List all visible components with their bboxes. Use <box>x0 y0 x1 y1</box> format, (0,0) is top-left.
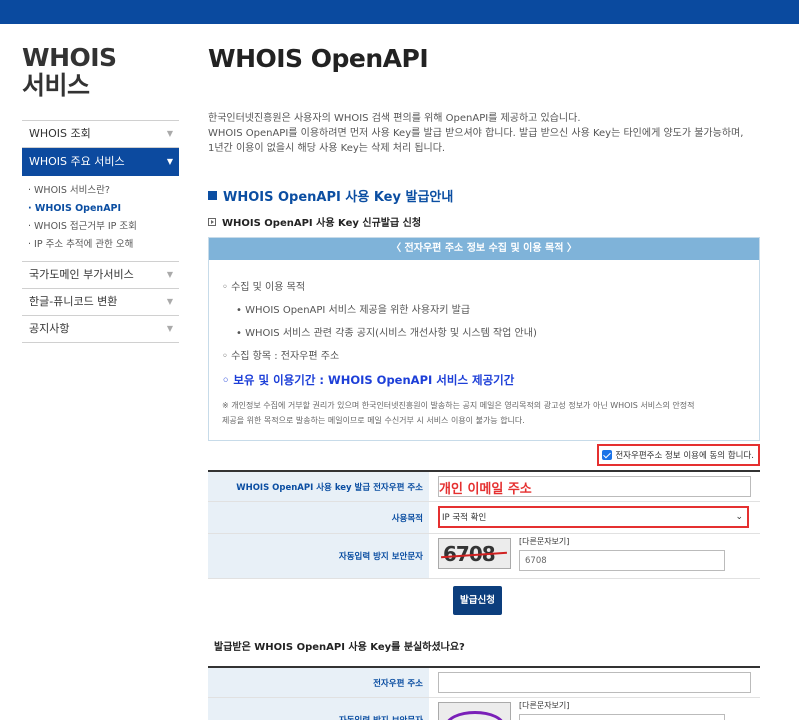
captcha-input-value: 6708 <box>525 555 547 566</box>
notice-purpose-item: • WHOIS 서비스 관련 각종 공지(시비스 개선사항 및 시스템 작업 안… <box>236 328 537 339</box>
submenu-item-ip-trace[interactable]: · IP 주소 추적에 관한 오해 <box>28 236 179 254</box>
captcha-column: [다른문자보기] 6708 <box>519 536 725 571</box>
intro-line: 1년간 이용이 없을시 해당 사용 Key는 삭제 처리 됩니다. <box>208 143 446 154</box>
lost-key-heading: 발급받은 WHOIS OpenAPI 사용 Key를 분실하셨나요? <box>208 638 760 653</box>
chevron-down-icon: ▼ <box>166 270 173 279</box>
intro-text: 한국인터넷진흥원은 사용자의 WHOIS 검색 편의를 위해 OpenAPI를 … <box>208 111 760 156</box>
captcha-image: 6708 <box>438 538 511 569</box>
purpose-cell: IP 국적 확인 ⌄ <box>429 502 760 533</box>
captcha-column: [다른문자보기] <box>519 700 725 720</box>
notice-retention: ◦ 보유 및 이용기간 : WHOIS OpenAPI 서비스 제공기간 <box>222 373 515 387</box>
sidebar-item-whois-lookup[interactable]: WHOIS 조회 ▼ <box>22 121 179 148</box>
captcha-cell: [다른문자보기] <box>429 698 760 720</box>
sidebar-item-label: 국가도메인 부가서비스 <box>29 268 134 281</box>
captcha-cell: 6708 [다른문자보기] 6708 <box>429 534 760 578</box>
sidebar-title-line1: WHOIS <box>22 43 117 72</box>
sidebar-item-label: WHOIS 주요 서비스 <box>29 155 125 168</box>
chevron-down-icon: ▼ <box>166 157 173 166</box>
captcha-row: [다른문자보기] <box>438 700 751 720</box>
page-title: WHOIS OpenAPI <box>208 44 429 73</box>
captcha-input[interactable]: 6708 <box>519 550 725 571</box>
intro-line: 한국인터넷진흥원은 사용자의 WHOIS 검색 편의를 위해 OpenAPI를 … <box>208 113 581 124</box>
sidebar-submenu: · WHOIS 서비스란? · WHOIS OpenAPI · WHOIS 접근… <box>22 176 179 262</box>
email-label: 전자우편 주소 <box>208 668 429 697</box>
notice-purpose-label: ◦ 수집 및 이용 목적 <box>222 282 306 293</box>
notice-footnote: ※ 개인정보 수집에 거부할 권리가 있으며 한국인터넷진흥원이 발송하는 공지… <box>222 398 746 428</box>
sidebar-item-main-services[interactable]: WHOIS 주요 서비스 ▼ <box>22 148 179 176</box>
agree-checkbox-label[interactable]: 전자우편주소 정보 이용에 동의 합니다. <box>597 444 760 466</box>
captcha-label: 자동입력 방지 보안문자 <box>208 534 429 578</box>
form-row-captcha: 자동입력 방지 보안문자 6708 [다른문자보기] 6708 <box>208 534 760 579</box>
agree-row: 전자우편주소 정보 이용에 동의 합니다. <box>208 441 760 466</box>
form-row-email: WHOIS OpenAPI 사용 key 발급 전자우편 주소 개인 이메일 주… <box>208 472 760 502</box>
purpose-select[interactable]: IP 국적 확인 ⌄ <box>438 506 749 528</box>
captcha-row: 6708 [다른문자보기] 6708 <box>438 536 751 571</box>
chevron-down-icon: ⌄ <box>735 512 743 522</box>
privacy-notice-box: 〈 전자우편 주소 정보 수집 및 이용 목적 〉 ◦ 수집 및 이용 목적 •… <box>208 237 760 441</box>
sidebar-item-punycode[interactable]: 한글-퓨니코드 변환 ▼ <box>22 289 179 316</box>
sidebar: WHOIS 서비스 WHOIS 조회 ▼ WHOIS 주요 서비스 ▼ · WH… <box>22 24 179 343</box>
agree-label: 전자우편주소 정보 이용에 동의 합니다. <box>615 451 754 461</box>
issue-key-form: WHOIS OpenAPI 사용 key 발급 전자우편 주소 개인 이메일 주… <box>208 470 760 627</box>
notice-body: ◦ 수집 및 이용 목적 • WHOIS OpenAPI 서비스 제공을 위한 … <box>209 260 759 440</box>
purpose-label: 사용목적 <box>208 502 429 533</box>
main-content: WHOIS OpenAPI 한국인터넷진흥원은 사용자의 WHOIS 검색 편의… <box>207 24 760 720</box>
submenu-item-blocked-ip[interactable]: · WHOIS 접근거부 IP 조회 <box>28 218 179 236</box>
intro-line: WHOIS OpenAPI를 이용하려면 먼저 사용 Key를 발급 받으셔야 … <box>208 128 744 139</box>
captcha-input[interactable] <box>519 714 725 720</box>
sidebar-item-label: 한글-퓨니코드 변환 <box>29 295 118 308</box>
recover-key-form: 전자우편 주소 자동입력 방지 보안문자 [다른문자보기] <box>208 666 760 720</box>
lost-key-title: 발급받은 WHOIS OpenAPI 사용 Key를 분실하셨나요? <box>214 642 465 653</box>
submenu-item-about[interactable]: · WHOIS 서비스란? <box>28 182 179 200</box>
notice-items-label: ◦ 수집 항목 : 전자우편 주소 <box>222 351 340 362</box>
sidebar-item-label: WHOIS 조회 <box>29 127 91 140</box>
top-header-bar <box>0 0 799 24</box>
submenu-item-openapi[interactable]: · WHOIS OpenAPI <box>28 200 179 218</box>
sidebar-title: WHOIS 서비스 <box>22 44 179 100</box>
chevron-down-icon: ▼ <box>166 324 173 333</box>
captcha-image <box>438 702 511 720</box>
chevron-down-icon: ▼ <box>166 129 173 138</box>
captcha-refresh-link[interactable]: [다른문자보기] <box>519 700 725 711</box>
submit-button[interactable]: 발급신청 <box>453 586 502 615</box>
sidebar-title-line2: 서비스 <box>22 71 90 100</box>
play-box-icon <box>208 217 216 226</box>
form2-row-captcha: 자동입력 방지 보안문자 [다른문자보기] <box>208 698 760 720</box>
purpose-selected-value: IP 국적 확인 <box>442 513 487 523</box>
email-cell: 개인 이메일 주소 <box>429 472 760 501</box>
captcha-label: 자동입력 방지 보안문자 <box>208 698 429 720</box>
form-row-purpose: 사용목적 IP 국적 확인 ⌄ <box>208 502 760 534</box>
sidebar-menu: WHOIS 조회 ▼ WHOIS 주요 서비스 ▼ · WHOIS 서비스란? … <box>22 120 179 343</box>
agree-checkbox[interactable] <box>602 450 613 460</box>
notice-header: 〈 전자우편 주소 정보 수집 및 이용 목적 〉 <box>209 238 759 260</box>
email-field[interactable] <box>438 476 751 497</box>
sidebar-item-national-domain[interactable]: 국가도메인 부가서비스 ▼ <box>22 262 179 289</box>
subsection-title: WHOIS OpenAPI 사용 Key 신규발급 신청 <box>222 218 422 229</box>
footnote-line: ※ 개인정보 수집에 거부할 권리가 있으며 한국인터넷진흥원이 발송하는 공지… <box>222 401 695 410</box>
email-cell <box>429 668 760 697</box>
sidebar-item-label: 공지사항 <box>29 322 70 335</box>
section-heading: WHOIS OpenAPI 사용 Key 발급안내 <box>207 186 760 205</box>
email-label: WHOIS OpenAPI 사용 key 발급 전자우편 주소 <box>208 472 429 501</box>
form2-row-email: 전자우편 주소 <box>208 668 760 698</box>
sidebar-item-notices[interactable]: 공지사항 ▼ <box>22 316 179 343</box>
section-title: WHOIS OpenAPI 사용 Key 발급안내 <box>223 190 454 205</box>
subsection-heading: WHOIS OpenAPI 사용 Key 신규발급 신청 <box>208 214 760 229</box>
footnote-line: 제공을 위한 목적으로 발송하는 메일이므로 메일 수신거부 시 서비스 이용이… <box>222 416 525 425</box>
button-area: 발급신청 <box>208 579 760 627</box>
chevron-down-icon: ▼ <box>166 297 173 306</box>
captcha-refresh-link[interactable]: [다른문자보기] <box>519 536 725 547</box>
square-bullet-icon <box>207 190 218 201</box>
captcha-noise-curve <box>445 711 505 720</box>
email-field[interactable] <box>438 672 751 693</box>
notice-purpose-item: • WHOIS OpenAPI 서비스 제공을 위한 사용자키 발급 <box>236 305 471 316</box>
